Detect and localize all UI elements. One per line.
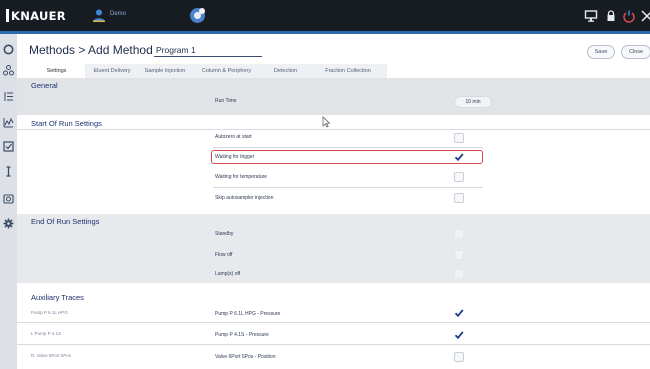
display-icon[interactable]	[584, 9, 598, 23]
start-of-run-title: Start Of Run Settings	[31, 119, 102, 128]
page-header: Methods > Add Method Program 1 Save Clos…	[17, 34, 650, 64]
aux-source-3: R. Valve 6Port 6Pos	[31, 353, 72, 358]
run-time-label: Run Time	[215, 98, 237, 104]
auxiliary-traces-section: Auxiliary Traces Pump P 6.1L HPG Pump P …	[17, 290, 650, 369]
tab-eluent-delivery[interactable]: Eluent Delivery	[85, 64, 139, 78]
standby-checkbox[interactable]	[454, 229, 464, 239]
waiting-temperature-label: Waiting for temperature	[215, 174, 268, 180]
skip-injection-label: Skip autosampler injection	[215, 195, 274, 201]
tab-settings[interactable]: Settings	[28, 64, 85, 78]
checkmark-icon	[454, 309, 464, 318]
tab-column-periphery[interactable]: Column & Periphery	[191, 64, 262, 78]
end-of-run-title: End Of Run Settings	[31, 217, 100, 226]
checkmark-icon	[454, 153, 464, 162]
knauer-logo-icon	[6, 9, 9, 22]
text-cursor-icon[interactable]	[3, 166, 14, 177]
autozero-checkbox[interactable]	[454, 133, 464, 143]
skip-injection-checkbox[interactable]	[454, 193, 464, 203]
close-button[interactable]: Close	[621, 45, 650, 59]
user-icon[interactable]	[93, 9, 105, 22]
standby-label: Standby	[215, 231, 234, 237]
camera-icon[interactable]	[3, 193, 14, 204]
close-icon[interactable]	[640, 9, 650, 23]
aux-trace-2-checkbox[interactable]	[454, 330, 464, 340]
list-icon[interactable]	[3, 91, 14, 102]
auxiliary-traces-title: Auxiliary Traces	[31, 293, 84, 302]
chart-icon[interactable]	[3, 117, 14, 128]
aux-trace-1-label: Pump P 6.1L HPG - Pressure	[215, 311, 281, 317]
waiting-trigger-label: Waiting for trigger	[215, 154, 255, 160]
aux-trace-1-checkbox[interactable]	[454, 308, 464, 318]
tab-sample-injection[interactable]: Sample Injection	[139, 64, 191, 78]
left-icon-rail	[0, 34, 17, 369]
user-name: Demo	[110, 11, 127, 17]
save-button[interactable]: Save	[587, 45, 615, 59]
autozero-label: Autozero at start	[215, 134, 252, 140]
flow-off-label: Flow off	[215, 252, 233, 258]
tab-fraction-collection[interactable]: Fraction Collection	[309, 64, 387, 78]
checkmark-icon	[454, 331, 464, 340]
people-icon[interactable]	[3, 65, 14, 76]
top-bar: KNAUER Demo	[0, 0, 650, 34]
program-name-input[interactable]: Program 1	[154, 43, 262, 57]
gear-icon[interactable]	[3, 218, 14, 229]
aux-source-2: L Pump P 4.1S	[31, 331, 62, 336]
settings-content: General Run Time 10 min Start Of Run Set…	[17, 78, 650, 369]
page-title: Methods > Add Method	[29, 43, 153, 57]
end-of-run-section: End Of Run Settings Standby Flow off Lam…	[17, 214, 650, 283]
brand-text: KNAUER	[11, 8, 66, 23]
waiting-trigger-checkbox[interactable]	[454, 152, 464, 162]
general-section-title: General	[31, 81, 58, 90]
flow-off-checkbox[interactable]	[454, 250, 464, 260]
check-square-icon[interactable]	[3, 141, 14, 152]
aux-trace-3-checkbox[interactable]	[454, 352, 464, 362]
aux-source-1: Pump P 6.1L HPG	[31, 310, 68, 315]
power-icon[interactable]	[622, 9, 636, 23]
network-icon[interactable]	[188, 6, 207, 25]
brand-logo: KNAUER	[6, 8, 66, 23]
lock-icon[interactable]	[604, 9, 618, 23]
aux-trace-3-label: Valve 6Port 6Pos - Position	[215, 354, 276, 360]
waiting-temperature-checkbox[interactable]	[454, 172, 464, 182]
mouse-cursor-icon	[322, 116, 331, 128]
tab-bar: Settings Eluent Delivery Sample Injectio…	[28, 64, 387, 78]
lamps-off-checkbox[interactable]	[454, 269, 464, 279]
general-section: General Run Time 10 min	[17, 78, 650, 115]
run-time-field[interactable]: 10 min	[454, 96, 492, 108]
circle-icon[interactable]	[3, 44, 14, 55]
tab-detection[interactable]: Detection	[262, 64, 309, 78]
aux-trace-2-label: Pump P 4.1S - Pressure	[215, 332, 269, 338]
lamps-off-label: Lamp(s) off	[215, 271, 241, 277]
start-of-run-section: Start Of Run Settings Autozero at start …	[17, 115, 650, 207]
